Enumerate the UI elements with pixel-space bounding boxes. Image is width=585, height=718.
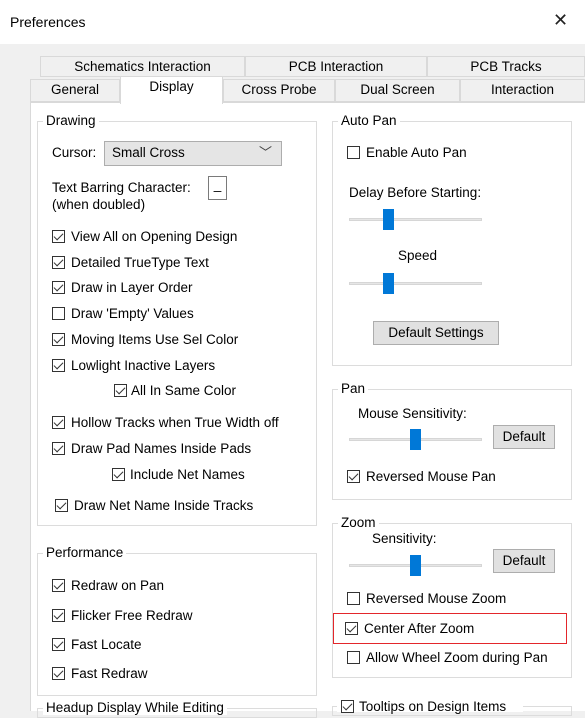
delay-slider-track	[349, 218, 482, 221]
moving-items-sel-color-checkbox[interactable]	[52, 333, 65, 346]
zoom-group-label: Zoom	[338, 515, 379, 530]
view-all-on-opening-checkbox[interactable]	[52, 230, 65, 243]
view-all-on-opening-label: View All on Opening Design	[71, 229, 238, 244]
fast-locate-checkbox[interactable]	[52, 638, 65, 651]
tab-dual-screen[interactable]: Dual Screen	[335, 79, 460, 102]
hollow-tracks-label: Hollow Tracks when True Width off	[71, 415, 279, 430]
zoom-default-button[interactable]: Default	[493, 549, 555, 573]
auto-pan-group-label: Auto Pan	[338, 113, 400, 128]
redraw-on-pan-label: Redraw on Pan	[71, 578, 165, 593]
tab-general[interactable]: General	[30, 79, 120, 102]
draw-empty-values-label: Draw 'Empty' Values	[71, 306, 194, 321]
mouse-sensitivity-label: Mouse Sensitivity:	[358, 406, 467, 421]
include-net-names-checkbox[interactable]	[112, 468, 125, 481]
text-barring-sublabel: (when doubled)	[52, 197, 146, 212]
close-icon[interactable]: ✕	[553, 10, 568, 31]
performance-group-label: Performance	[43, 545, 127, 560]
tooltips-on-design-items-checkbox[interactable]	[341, 700, 354, 713]
reversed-mouse-pan-label: Reversed Mouse Pan	[366, 469, 496, 484]
fast-redraw-label: Fast Redraw	[71, 666, 148, 681]
draw-pad-names-checkbox[interactable]	[52, 442, 65, 455]
enable-auto-pan-label: Enable Auto Pan	[366, 145, 467, 160]
draw-net-name-tracks-label: Draw Net Name Inside Tracks	[74, 498, 254, 513]
redraw-on-pan-checkbox[interactable]	[52, 579, 65, 592]
lowlight-inactive-layers-checkbox[interactable]	[52, 359, 65, 372]
draw-pad-names-label: Draw Pad Names Inside Pads	[71, 441, 252, 456]
delay-before-starting-label: Delay Before Starting:	[349, 185, 482, 200]
reversed-mouse-zoom-label: Reversed Mouse Zoom	[366, 591, 507, 606]
moving-items-sel-color-label: Moving Items Use Sel Color	[71, 332, 239, 347]
reversed-mouse-pan-checkbox[interactable]	[347, 470, 360, 483]
center-after-zoom-checkbox[interactable]	[345, 622, 358, 635]
pan-group-label: Pan	[338, 381, 369, 396]
zoom-sensitivity-thumb[interactable]	[410, 555, 421, 576]
tab-cross-probe[interactable]: Cross Probe	[223, 79, 335, 102]
tab-interaction[interactable]: Interaction	[460, 79, 585, 102]
speed-slider-track	[349, 282, 482, 285]
tab-schematics-interaction[interactable]: Schematics Interaction	[40, 56, 245, 77]
pan-default-button[interactable]: Default	[493, 425, 555, 449]
flicker-free-redraw-label: Flicker Free Redraw	[71, 608, 193, 623]
window-title: Preferences	[10, 14, 86, 30]
all-in-same-color-checkbox[interactable]	[114, 384, 127, 397]
draw-in-layer-order-checkbox[interactable]	[52, 281, 65, 294]
flicker-free-redraw-checkbox[interactable]	[52, 609, 65, 622]
reversed-mouse-zoom-checkbox[interactable]	[347, 592, 360, 605]
title-bar	[0, 0, 585, 44]
tab-pcb-tracks[interactable]: PCB Tracks	[427, 56, 585, 77]
draw-net-name-tracks-checkbox[interactable]	[55, 499, 68, 512]
allow-wheel-zoom-checkbox[interactable]	[347, 651, 360, 664]
hollow-tracks-checkbox[interactable]	[52, 416, 65, 429]
enable-auto-pan-checkbox[interactable]	[347, 146, 360, 159]
detailed-truetype-label: Detailed TrueType Text	[71, 255, 209, 270]
draw-empty-values-checkbox[interactable]	[52, 307, 65, 320]
text-barring-label: Text Barring Character:	[52, 180, 191, 195]
cursor-label: Cursor:	[52, 145, 97, 160]
include-net-names-label: Include Net Names	[130, 467, 245, 482]
all-in-same-color-label: All In Same Color	[131, 383, 237, 398]
speed-slider-thumb[interactable]	[383, 273, 394, 294]
default-settings-button[interactable]: Default Settings	[373, 321, 499, 345]
fast-locate-label: Fast Locate	[71, 637, 142, 652]
cursor-select-value: Small Cross	[112, 145, 185, 160]
headup-display-group-label: Headup Display While Editing	[43, 700, 227, 715]
speed-label: Speed	[398, 248, 438, 263]
tooltips-on-design-items-label: Tooltips on Design Items	[359, 699, 507, 714]
pan-sensitivity-thumb[interactable]	[410, 429, 421, 450]
text-barring-input[interactable]: _	[208, 176, 227, 200]
fast-redraw-checkbox[interactable]	[52, 667, 65, 680]
delay-slider-thumb[interactable]	[383, 209, 394, 230]
detailed-truetype-checkbox[interactable]	[52, 256, 65, 269]
tab-display[interactable]: Display	[120, 76, 223, 104]
draw-in-layer-order-label: Draw in Layer Order	[71, 280, 193, 295]
center-after-zoom-label: Center After Zoom	[364, 621, 475, 636]
chevron-down-icon: ﹀	[259, 145, 273, 160]
lowlight-inactive-layers-label: Lowlight Inactive Layers	[71, 358, 216, 373]
drawing-group-label: Drawing	[43, 113, 99, 128]
allow-wheel-zoom-label: Allow Wheel Zoom during Pan	[366, 650, 548, 665]
tab-pcb-interaction[interactable]: PCB Interaction	[245, 56, 427, 77]
zoom-sensitivity-label: Sensitivity:	[372, 531, 437, 546]
